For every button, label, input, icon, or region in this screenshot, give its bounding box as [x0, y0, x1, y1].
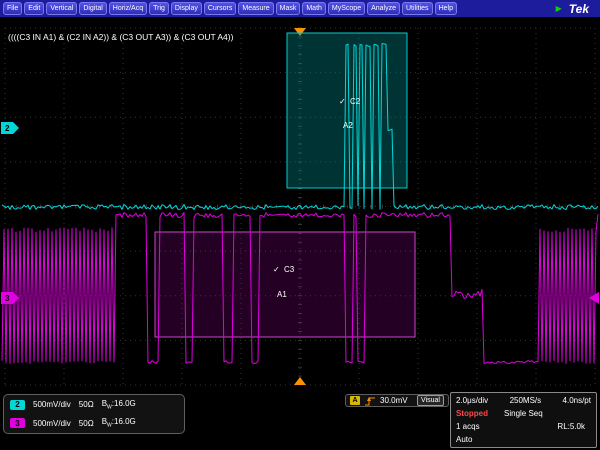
region-a2-check-icon: ✓ — [339, 97, 346, 106]
scope-display: ✓ C2 A2 ✓ C3 A1 ((((C3 IN A1) & (C2 IN A2)) & … — [0, 18, 600, 392]
menu-item-display[interactable]: Display — [171, 2, 202, 15]
menu-item-cursors[interactable]: Cursors — [204, 2, 237, 15]
menu-item-analyze[interactable]: Analyze — [367, 2, 400, 15]
channel-3-badge[interactable]: 3 — [10, 418, 25, 428]
menu-item-digital[interactable]: Digital — [79, 2, 106, 15]
tek-logo: Tek — [569, 2, 589, 16]
trigger-source-badge: A — [350, 396, 360, 405]
menu-bar: FileEditVerticalDigitalHoriz/AcqTrigDisp… — [0, 0, 600, 18]
trigger-slope-icon — [364, 396, 376, 406]
region-a2-name-label: A2 — [343, 121, 353, 130]
sample-rate-readout: 250MS/s — [510, 396, 542, 405]
timebase-readout: 2.0μs/div — [456, 396, 488, 405]
menu-item-myscope[interactable]: MyScope — [328, 2, 365, 15]
menu-item-file[interactable]: File — [3, 2, 22, 15]
channel-2-badge[interactable]: 2 — [10, 400, 25, 410]
oscilloscope-screen: FileEditVerticalDigitalHoriz/AcqTrigDisp… — [0, 0, 600, 450]
channel-3-position-marker[interactable] — [1, 292, 19, 304]
trigger-mode: Auto — [456, 435, 472, 444]
channel-3-position-marker-label: 3 — [5, 294, 10, 303]
resolution-readout: 4.0ns/pt — [563, 396, 591, 405]
acquisition-panel: 2.0μs/div 250MS/s 4.0ns/pt Stopped Singl… — [450, 392, 597, 448]
menu-item-mask[interactable]: Mask — [276, 2, 301, 15]
channel-2-impedance: 50Ω — [79, 400, 94, 409]
trigger-level: 30.0mV — [380, 396, 408, 405]
menu-item-utilities[interactable]: Utilities — [402, 2, 433, 15]
acq-count: 1 acqs — [456, 422, 480, 431]
menu-item-math[interactable]: Math — [302, 2, 326, 15]
trigger-position-marker-bottom[interactable] — [294, 377, 306, 385]
region-a1-signal-label: C3 — [284, 265, 295, 274]
channel-2-position-marker-label: 2 — [5, 124, 10, 133]
menu-item-edit[interactable]: Edit — [24, 2, 44, 15]
trigger-readout: A 30.0mV Visual — [345, 394, 449, 407]
visual-button[interactable]: Visual — [417, 395, 444, 406]
region-a1-name-label: A1 — [277, 290, 287, 299]
menu-item-help[interactable]: Help — [435, 2, 457, 15]
region-a2-signal-label: C2 — [350, 97, 361, 106]
channel-3-impedance: 50Ω — [79, 419, 94, 428]
menu-bar-items: FileEditVerticalDigitalHoriz/AcqTrigDisp… — [3, 2, 457, 15]
channel-2-position-marker[interactable] — [1, 122, 19, 134]
status-bar: 2 500mV/div 50Ω BW:16.0G 3 500mV/div 50Ω… — [0, 392, 600, 450]
acq-status: Stopped — [456, 409, 488, 418]
channel-2-bandwidth: BW:16.0G — [102, 399, 136, 411]
channel-readouts: 2 500mV/div 50Ω BW:16.0G 3 500mV/div 50Ω… — [3, 394, 185, 434]
region-a1-check-icon: ✓ — [273, 265, 280, 274]
channel-3-readout: 3 500mV/div 50Ω BW:16.0G — [10, 417, 178, 429]
run-indicator-icon: ▶ — [556, 5, 562, 13]
channel-2-scale: 500mV/div — [33, 400, 71, 409]
menu-item-measure[interactable]: Measure — [238, 2, 273, 15]
channel-3-bandwidth: BW:16.0G — [102, 417, 136, 429]
channel-2-readout: 2 500mV/div 50Ω BW:16.0G — [10, 399, 178, 411]
channel-3-scale: 500mV/div — [33, 419, 71, 428]
expression-label: ((((C3 IN A1) & (C2 IN A2)) & (C3 OUT A3… — [8, 32, 234, 42]
record-length: RL:5.0k — [557, 422, 585, 431]
menu-item-vertical[interactable]: Vertical — [46, 2, 77, 15]
acq-mode: Single Seq — [504, 409, 543, 418]
menu-item-horiz-acq[interactable]: Horiz/Acq — [109, 2, 147, 15]
menu-item-trig[interactable]: Trig — [149, 2, 169, 15]
region-a2[interactable] — [287, 33, 407, 188]
